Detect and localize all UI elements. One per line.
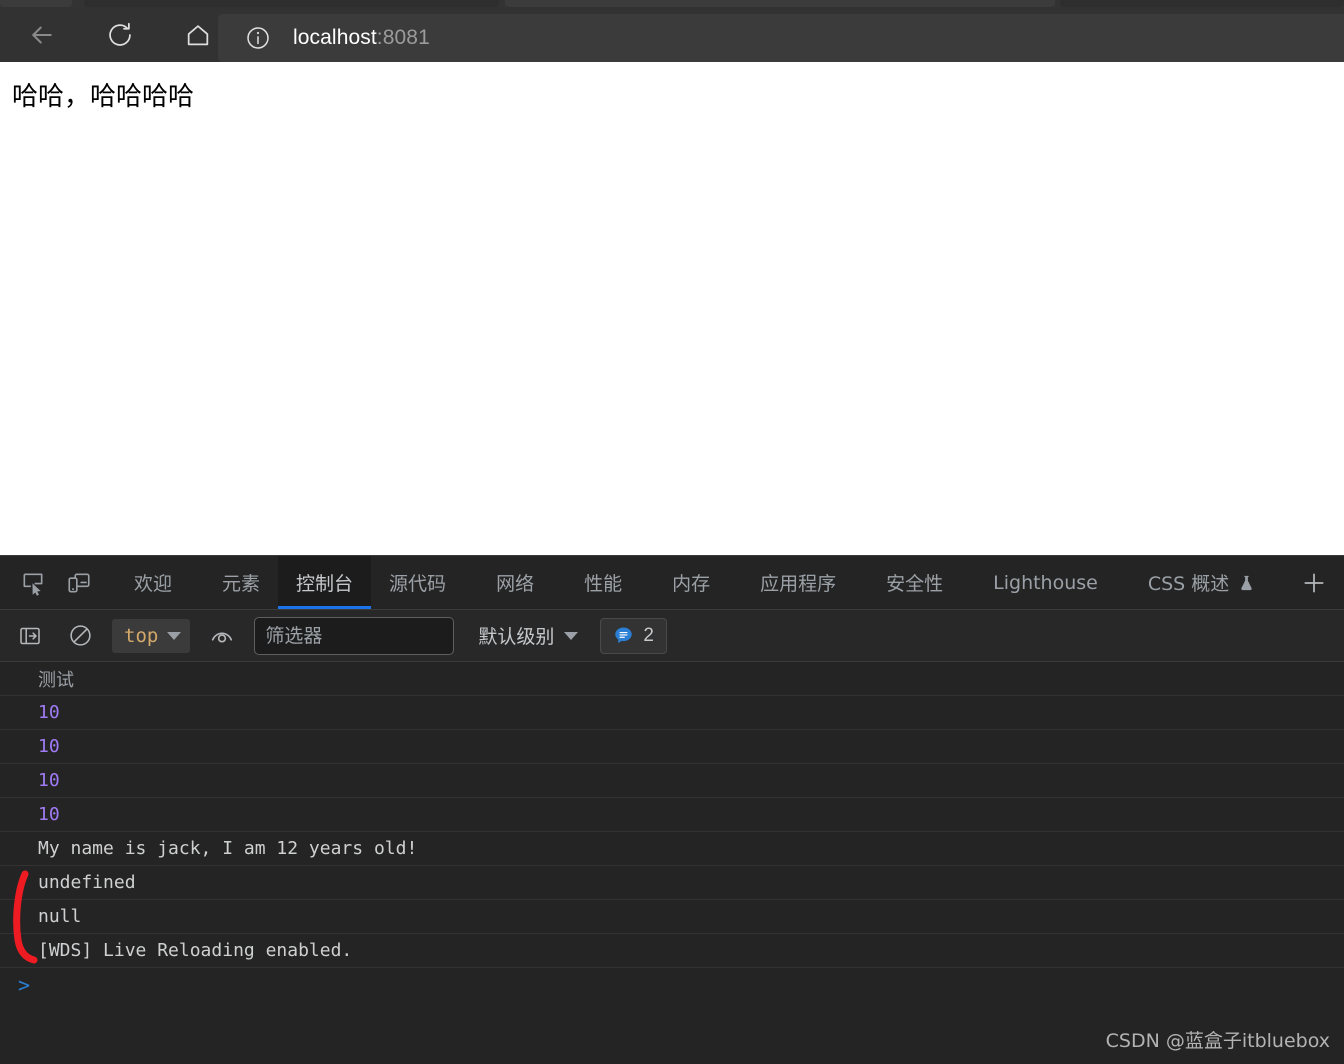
- watermark: CSDN @蓝盒子itbluebox: [1105, 1030, 1330, 1052]
- tab-elements[interactable]: 元素: [204, 556, 278, 609]
- console-log-area[interactable]: 测试 10 10 10 10 My name is jack, I am 12 …: [0, 662, 1344, 1064]
- tab-security[interactable]: 安全性: [868, 556, 961, 609]
- device-toolbar-button[interactable]: [56, 556, 102, 609]
- browser-tab[interactable]: [505, 0, 1055, 7]
- url-port: :8081: [376, 26, 430, 49]
- log-level-selector[interactable]: 默认级别: [472, 619, 584, 653]
- page-viewport: 哈哈，哈哈哈哈: [0, 62, 1344, 555]
- tab-css-overview[interactable]: CSS 概述: [1130, 556, 1273, 609]
- live-expression-button[interactable]: [204, 618, 240, 654]
- console-message[interactable]: 测试: [0, 662, 1344, 696]
- plus-icon: [1304, 572, 1324, 593]
- chevron-down-icon: [564, 631, 579, 640]
- tab-label: 应用程序: [760, 573, 837, 595]
- console-toolbar: top 默认级别 2: [0, 610, 1344, 662]
- execution-context-value: top: [124, 624, 159, 647]
- tab-label: 控制台: [296, 573, 354, 595]
- arrow-left-icon: [32, 26, 52, 43]
- console-message-text: 10: [38, 736, 60, 757]
- tab-strip: [0, 0, 1344, 7]
- browser-chrome: localhost:8081: [0, 0, 1344, 62]
- console-message-text: My name is jack, I am 12 years old!: [38, 838, 418, 859]
- console-prompt-chevron: >: [18, 973, 31, 997]
- chevron-down-icon: [167, 631, 182, 640]
- tab-label: CSS 概述: [1147, 573, 1230, 595]
- console-message[interactable]: null: [0, 900, 1344, 934]
- eye-icon: [212, 632, 233, 643]
- console-filter-input[interactable]: [254, 616, 455, 655]
- clear-console-button[interactable]: [62, 618, 98, 654]
- console-message[interactable]: 10: [0, 764, 1344, 798]
- device-toolbar-icon: [68, 573, 90, 592]
- clear-console-icon: [69, 625, 91, 646]
- console-sidebar-toggle-icon: [20, 627, 40, 644]
- tab-application[interactable]: 应用程序: [742, 556, 854, 609]
- console-message-text: 10: [38, 770, 60, 791]
- console-message-text: 10: [38, 804, 60, 825]
- tab-label: 元素: [222, 573, 261, 595]
- page-body-text: 哈哈，哈哈哈哈: [12, 82, 195, 112]
- browser-tab[interactable]: [84, 0, 499, 7]
- address-bar-url: localhost:8081: [293, 26, 430, 50]
- url-host: localhost: [293, 26, 377, 49]
- console-message-text: 测试: [38, 669, 74, 691]
- home-icon: [187, 24, 209, 45]
- console-message[interactable]: undefined: [0, 866, 1344, 900]
- tab-label: 欢迎: [134, 573, 173, 595]
- console-message[interactable]: My name is jack, I am 12 years old!: [0, 832, 1344, 866]
- tab-label: 源代码: [389, 573, 447, 595]
- browser-tab[interactable]: [0, 0, 72, 7]
- tab-sources[interactable]: 源代码: [371, 556, 464, 609]
- console-message[interactable]: 10: [0, 798, 1344, 832]
- browser-navigation-bar: localhost:8081: [0, 7, 1344, 62]
- log-level-value: 默认级别: [478, 626, 555, 648]
- inspect-element-button[interactable]: [10, 556, 56, 609]
- console-message[interactable]: [WDS] Live Reloading enabled.: [0, 934, 1344, 968]
- console-message[interactable]: 10: [0, 696, 1344, 730]
- console-message[interactable]: 10: [0, 730, 1344, 764]
- tab-label: 安全性: [886, 573, 944, 595]
- console-message-text: undefined: [38, 872, 136, 893]
- tab-lighthouse[interactable]: Lighthouse: [975, 556, 1116, 609]
- console-sidebar-toggle-button[interactable]: [12, 618, 48, 654]
- message-count: 2: [643, 624, 654, 646]
- home-button[interactable]: [178, 15, 218, 55]
- speech-bubble-icon: [615, 627, 633, 644]
- console-prompt[interactable]: >: [0, 968, 1344, 1002]
- tab-performance[interactable]: 性能: [566, 556, 640, 609]
- inspect-element-icon: [23, 573, 43, 596]
- tab-label: 性能: [584, 573, 623, 595]
- execution-context-selector[interactable]: top: [112, 618, 191, 653]
- info-circle-icon[interactable]: [245, 25, 271, 51]
- flask-icon: [1238, 574, 1255, 592]
- reload-button[interactable]: [100, 15, 140, 55]
- message-count-badge[interactable]: 2: [600, 617, 667, 654]
- devtools-tab-bar: 欢迎 元素 控制台 源代码 网络 性能 内存 应用程序 安全性 Lighthou…: [0, 556, 1344, 610]
- tab-label: 网络: [496, 573, 535, 595]
- back-button[interactable]: [22, 15, 62, 55]
- tab-label: 内存: [672, 573, 711, 595]
- console-message-text: 10: [38, 702, 60, 723]
- console-message-text: null: [38, 906, 82, 927]
- tab-welcome[interactable]: 欢迎: [116, 556, 190, 609]
- address-bar[interactable]: localhost:8081: [218, 14, 1344, 62]
- more-panels-button[interactable]: [1284, 556, 1344, 609]
- reload-icon: [109, 22, 131, 46]
- browser-tab[interactable]: [1060, 0, 1344, 7]
- tab-console[interactable]: 控制台: [278, 556, 372, 609]
- console-message-text: [WDS] Live Reloading enabled.: [38, 940, 353, 961]
- tab-memory[interactable]: 内存: [654, 556, 728, 609]
- tab-network[interactable]: 网络: [478, 556, 552, 609]
- tab-label: Lighthouse: [993, 571, 1098, 594]
- devtools-panel: 欢迎 元素 控制台 源代码 网络 性能 内存 应用程序 安全性 Lighthou…: [0, 555, 1344, 1064]
